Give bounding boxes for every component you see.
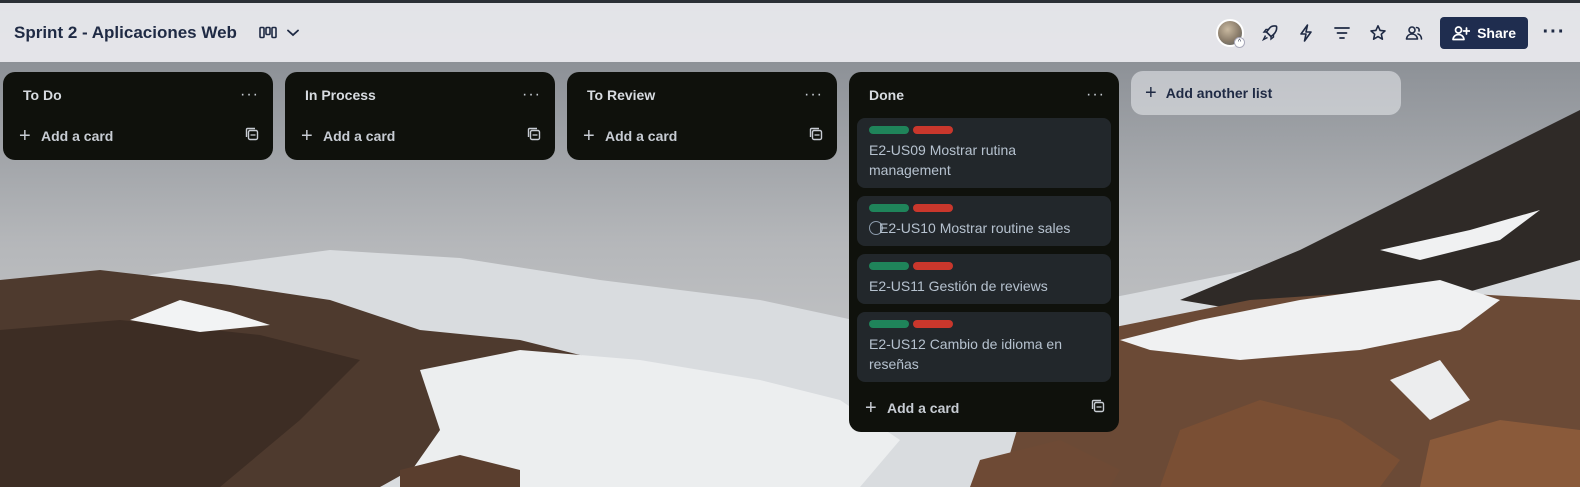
board-view-icon xyxy=(259,26,277,38)
card[interactable]: E2-US11 Gestión de reviews xyxy=(857,254,1111,304)
list-title[interactable]: To Review xyxy=(587,87,655,103)
plus-icon: + xyxy=(1145,82,1157,104)
add-card-row: + Add a card xyxy=(3,118,273,154)
star-board-button[interactable] xyxy=(1360,15,1396,51)
card-template-icon[interactable] xyxy=(1091,399,1105,418)
card-template-icon[interactable] xyxy=(245,127,259,146)
card-labels xyxy=(869,204,1099,212)
add-card-row: + Add a card xyxy=(849,390,1119,426)
card-labels xyxy=(869,126,1099,134)
label-green[interactable] xyxy=(869,320,909,328)
card-list: E2-US09 Mostrar rutina management E2-US1… xyxy=(849,118,1119,382)
list-title[interactable]: To Do xyxy=(23,87,62,103)
add-card-label: Add a card xyxy=(323,128,396,144)
board-title[interactable]: Sprint 2 - Aplicaciones Web xyxy=(14,23,237,43)
label-red[interactable] xyxy=(913,320,953,328)
label-green[interactable] xyxy=(869,126,909,134)
card[interactable]: E2-US12 Cambio de idioma en reseñas xyxy=(857,312,1111,382)
share-button[interactable]: Share xyxy=(1440,16,1528,49)
power-ups-button[interactable] xyxy=(1252,15,1288,51)
board-menu-button[interactable]: ··· xyxy=(1538,17,1570,49)
label-green[interactable] xyxy=(869,262,909,270)
automation-button[interactable] xyxy=(1288,15,1324,51)
card[interactable]: E2-US09 Mostrar rutina management xyxy=(857,118,1111,188)
card-template-icon[interactable] xyxy=(809,127,823,146)
add-card-label: Add a card xyxy=(605,128,678,144)
list-menu-button[interactable]: ··· xyxy=(240,86,259,104)
add-list-label: Add another list xyxy=(1165,85,1273,101)
filter-button[interactable] xyxy=(1324,15,1360,51)
card[interactable]: E2-US10 Mostrar routine sales xyxy=(857,196,1111,246)
team-visibility-icon xyxy=(1405,25,1423,40)
plus-icon: + xyxy=(301,125,313,147)
card-title: E2-US10 Mostrar routine sales xyxy=(879,220,1071,236)
list-done: Done ··· E2-US09 Mostrar rutina manageme… xyxy=(849,72,1119,432)
add-card-button[interactable]: + Add a card xyxy=(583,126,677,146)
card-labels xyxy=(869,320,1099,328)
user-avatar[interactable]: ^ xyxy=(1216,18,1246,48)
add-card-button[interactable]: + Add a card xyxy=(19,126,113,146)
card-title-row: E2-US10 Mostrar routine sales xyxy=(869,218,1099,238)
board-actions: ^ Share ··· xyxy=(1216,15,1570,51)
list-to-do: To Do ··· + Add a card xyxy=(3,72,273,160)
list-header: To Review ··· xyxy=(567,72,837,118)
visibility-button[interactable] xyxy=(1396,15,1432,51)
card-title: E2-US11 Gestión de reviews xyxy=(869,278,1048,294)
plus-icon: + xyxy=(583,125,595,147)
list-menu-button[interactable]: ··· xyxy=(1086,86,1105,104)
label-green[interactable] xyxy=(869,204,909,212)
add-card-row: + Add a card xyxy=(285,118,555,154)
list-in-process: In Process ··· + Add a card xyxy=(285,72,555,160)
star-icon xyxy=(1370,24,1386,40)
add-card-button[interactable]: + Add a card xyxy=(301,126,395,146)
filter-icon xyxy=(1334,26,1350,39)
add-list-button[interactable]: + Add another list xyxy=(1131,71,1401,115)
chevron-down-icon xyxy=(287,29,299,36)
plus-icon: + xyxy=(865,397,877,419)
label-red[interactable] xyxy=(913,204,953,212)
card-template-icon[interactable] xyxy=(527,127,541,146)
card-title: E2-US09 Mostrar rutina management xyxy=(869,142,1017,178)
label-red[interactable] xyxy=(913,262,953,270)
board-view-switcher[interactable] xyxy=(259,26,299,40)
card-title: E2-US12 Cambio de idioma en reseñas xyxy=(869,336,1062,372)
list-title[interactable]: In Process xyxy=(305,87,376,103)
card-labels xyxy=(869,262,1099,270)
admin-badge-icon: ^ xyxy=(1234,36,1246,48)
add-card-button[interactable]: + Add a card xyxy=(865,398,959,418)
add-user-icon xyxy=(1452,25,1471,40)
list-menu-button[interactable]: ··· xyxy=(804,86,823,104)
share-label: Share xyxy=(1477,24,1516,41)
list-to-review: To Review ··· + Add a card xyxy=(567,72,837,160)
list-header: Done ··· xyxy=(849,72,1119,118)
rocket-icon xyxy=(1262,24,1278,41)
list-header: To Do ··· xyxy=(3,72,273,118)
add-card-label: Add a card xyxy=(887,400,960,416)
label-red[interactable] xyxy=(913,126,953,134)
add-card-row: + Add a card xyxy=(567,118,837,154)
list-title[interactable]: Done xyxy=(869,87,904,103)
list-header: In Process ··· xyxy=(285,72,555,118)
list-menu-button[interactable]: ··· xyxy=(522,86,541,104)
plus-icon: + xyxy=(19,125,31,147)
board-header: Sprint 2 - Aplicaciones Web ^ Share ··· xyxy=(0,0,1580,62)
add-card-label: Add a card xyxy=(41,128,114,144)
lightning-icon xyxy=(1300,23,1312,42)
